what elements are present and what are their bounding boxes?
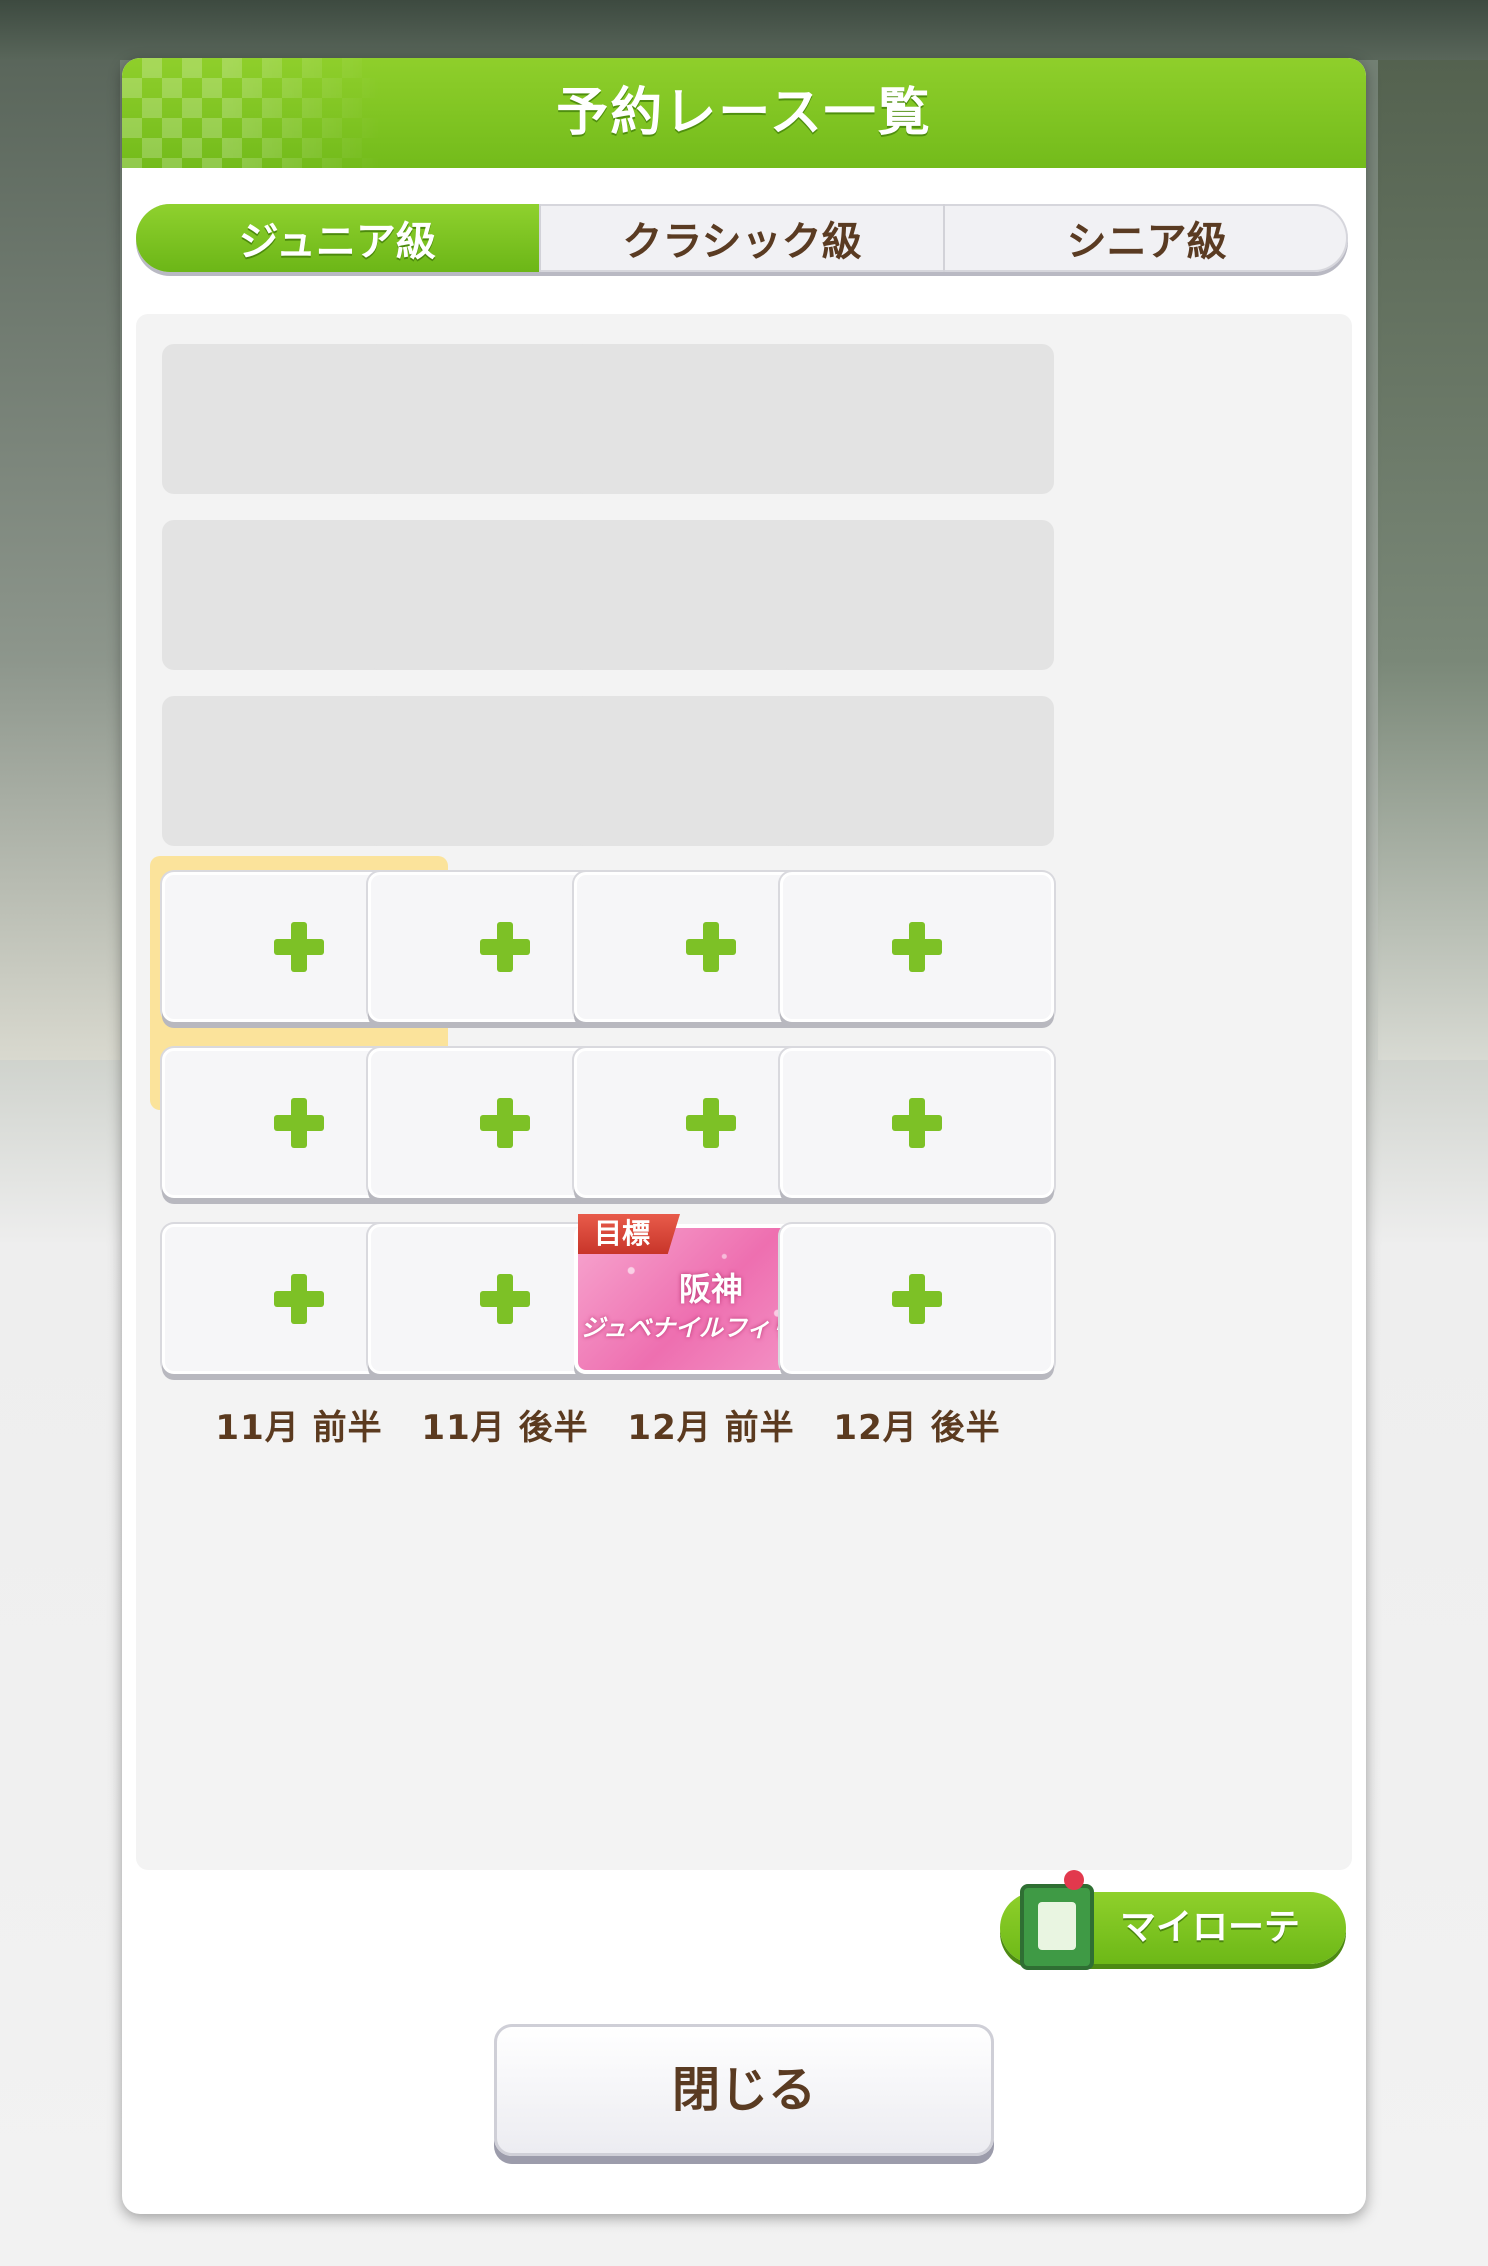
plus-icon xyxy=(892,1098,942,1148)
slot-period-label: 12月 後半 xyxy=(833,1408,1001,1448)
goal-badge: 目標 xyxy=(578,1214,681,1254)
plus-icon xyxy=(480,1098,530,1148)
tab-junior[interactable]: ジュニア級 xyxy=(136,204,541,272)
tab-senior[interactable]: シニア級 xyxy=(945,204,1348,272)
plus-icon xyxy=(274,1274,324,1324)
plus-icon xyxy=(480,1274,530,1324)
background-right xyxy=(1378,60,1488,1060)
notebook-icon xyxy=(1020,1870,1094,1970)
rank-tabs: ジュニア級 クラシック級 シニア級 xyxy=(136,204,1348,272)
close-button[interactable]: 閉じる xyxy=(494,2024,994,2156)
background-top xyxy=(0,0,1488,60)
background-left xyxy=(0,60,120,1060)
my-rotation-button[interactable]: マイローテ xyxy=(1000,1870,1346,1970)
plus-icon xyxy=(686,1098,736,1148)
disabled-slot xyxy=(780,696,1054,846)
race-slot-grid: 4月 前半4月 前半4月 後半4月 後半5月 前半5月 前半5月 後半5月 後半… xyxy=(136,314,1352,1870)
plus-icon xyxy=(480,922,530,972)
close-label: 閉じる xyxy=(671,2062,816,2118)
plus-icon xyxy=(274,922,324,972)
add-race-button[interactable] xyxy=(780,1048,1054,1198)
my-rotation-label: マイローテ xyxy=(1120,1907,1301,1948)
dialog-title: 予約レース一覧 xyxy=(556,83,932,143)
plus-icon xyxy=(892,922,942,972)
dialog-header: 予約レース一覧 xyxy=(122,58,1366,168)
race-slot-cell[interactable]: 12月 後半 xyxy=(768,1208,1066,1462)
disabled-slot xyxy=(780,344,1054,494)
disabled-slot xyxy=(780,520,1054,670)
add-race-button[interactable] xyxy=(780,872,1054,1022)
plus-icon xyxy=(686,922,736,972)
plus-icon xyxy=(274,1098,324,1148)
plus-icon xyxy=(892,1274,942,1324)
reserved-races-dialog: 予約レース一覧 ジュニア級 クラシック級 シニア級 4月 前半4月 前半4月 後… xyxy=(122,58,1366,2214)
tab-classic[interactable]: クラシック級 xyxy=(541,204,946,272)
add-race-button[interactable] xyxy=(780,1224,1054,1374)
